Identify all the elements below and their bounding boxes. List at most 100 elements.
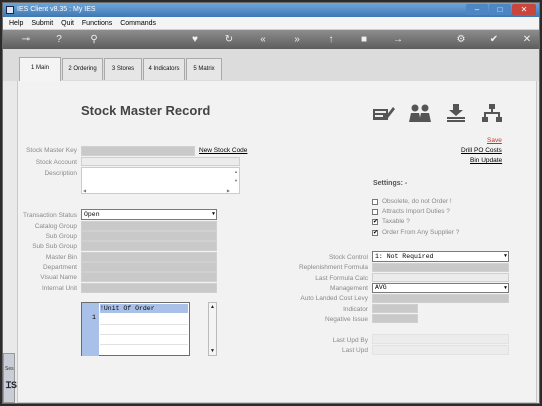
stock-control-label: Stock Control [328, 254, 368, 261]
session-strip: Ses ꞮS [3, 353, 18, 403]
replenishment-formula-label: Replenishment Formula [298, 264, 368, 271]
any-supplier-label: Order From Any Supplier ? [382, 229, 460, 236]
session-label: Ses [5, 366, 14, 372]
hierarchy-icon[interactable] [481, 103, 503, 123]
indicator-field[interactable] [372, 304, 418, 313]
taxable-checkbox[interactable]: ✔ [372, 219, 378, 225]
minimize-button[interactable]: ‒ [466, 4, 488, 15]
obsolete-checkbox[interactable] [372, 199, 378, 205]
tab-main[interactable]: 1 Main [19, 57, 61, 81]
transaction-status-select[interactable]: Open ▼ [81, 209, 217, 220]
stop-icon[interactable]: ■ [357, 33, 371, 46]
description-label: Description [44, 170, 77, 177]
scroll-up-icon[interactable]: ▲ [234, 169, 238, 174]
last-formula-calc-field[interactable] [372, 273, 509, 282]
key-icon[interactable]: ⊸ [15, 33, 37, 46]
chevron-down-icon: ▼ [503, 253, 507, 259]
any-supplier-checkbox[interactable]: ✔ [372, 230, 378, 236]
sub-sub-group-field[interactable] [81, 241, 217, 251]
unit-of-order-grid[interactable]: !Unit Of Order 1 [81, 302, 190, 356]
tab-indicators[interactable]: 4 Indicators [143, 58, 185, 80]
department-field[interactable] [81, 262, 217, 272]
menu-functions[interactable]: Functions [82, 20, 112, 27]
auto-landed-cost-levy-label: Auto Landed Cost Levy [300, 295, 368, 302]
catalog-group-label: Catalog Group [34, 223, 77, 230]
favorite-icon[interactable]: ♥ [188, 33, 202, 46]
fast-forward-icon[interactable]: » [290, 33, 304, 46]
tab-strip: 1 Main 2 Ordering 3 Stores 4 Indicators … [3, 49, 539, 81]
stock-control-value: 1: Not Required [375, 253, 434, 260]
sub-group-label: Sub Group [45, 233, 77, 240]
scroll-down-icon[interactable]: ▼ [234, 178, 238, 183]
visual-name-field[interactable] [81, 272, 217, 282]
up-icon[interactable]: ↑ [324, 33, 338, 46]
last-upd-by-label: Last Upd By [332, 337, 368, 344]
negative-issue-field[interactable] [372, 314, 418, 323]
settings-icon[interactable]: ⚙ [454, 33, 468, 46]
grid-row-divider [100, 324, 188, 325]
stock-master-key-label: Stock Master Key [26, 147, 77, 154]
transaction-status-value: Open [84, 211, 100, 218]
search-icon[interactable]: ⚲ [87, 33, 101, 46]
indicator-label: Indicator [343, 306, 368, 313]
maximize-button[interactable]: □ [489, 4, 511, 15]
refresh-icon[interactable]: ↻ [222, 33, 236, 46]
internal-unit-field[interactable] [81, 283, 217, 293]
import-duties-checkbox[interactable] [372, 209, 378, 215]
obsolete-label: Obsolete, do not Order ! [382, 198, 452, 205]
title-bar: IES Client v8.35 : My IES ‒ □ ✕ [3, 3, 539, 17]
visual-name-label: Visual Name [40, 274, 77, 281]
scroll-left-icon[interactable]: ◀ [83, 188, 86, 193]
drill-po-costs-link[interactable]: Drill PO Costs [461, 147, 502, 154]
bin-update-link[interactable]: Bin Update [470, 157, 502, 164]
cancel-icon[interactable]: ✕ [520, 33, 534, 46]
confirm-icon[interactable]: ✔ [487, 33, 501, 46]
management-label: Management [330, 285, 368, 292]
tab-matrix[interactable]: 5 Matrix [186, 58, 222, 80]
management-select[interactable]: AVG ▼ [372, 283, 509, 293]
help-icon[interactable]: ? [52, 33, 66, 46]
import-duties-label: Attracts Import Duties ? [382, 208, 450, 215]
scroll-down-icon[interactable]: ▼ [210, 348, 215, 354]
close-button[interactable]: ✕ [512, 4, 536, 15]
chevron-down-icon: ▼ [503, 285, 507, 291]
download-icon[interactable] [445, 103, 467, 123]
master-bin-field[interactable] [81, 252, 217, 262]
stock-control-select[interactable]: 1: Not Required ▼ [372, 251, 509, 262]
tab-stores[interactable]: 3 Stores [104, 58, 142, 80]
stock-master-key-field[interactable] [81, 146, 195, 156]
negative-issue-label: Negative Issue [325, 316, 368, 323]
menu-submit[interactable]: Submit [31, 20, 53, 27]
check-mark-icon: ✔ [373, 219, 379, 225]
grid-row-divider [100, 334, 188, 335]
last-upd-field [372, 345, 509, 355]
tab-ordering[interactable]: 2 Ordering [62, 58, 103, 80]
grid-scrollbar[interactable]: ▲ ▼ [208, 302, 217, 356]
catalog-group-field[interactable] [81, 221, 217, 231]
rewind-icon[interactable]: « [256, 33, 270, 46]
grid-row-divider [100, 344, 188, 345]
window-title: IES Client v8.35 : My IES [17, 6, 96, 13]
scroll-up-icon[interactable]: ▲ [210, 304, 215, 310]
replenishment-formula-field[interactable] [372, 263, 509, 272]
menu-help[interactable]: Help [9, 20, 23, 27]
menu-commands[interactable]: Commands [120, 20, 156, 27]
scroll-right-icon[interactable]: ▶ [227, 188, 230, 193]
menu-quit[interactable]: Quit [61, 20, 74, 27]
ies-logo-icon: ꞮS [6, 380, 18, 390]
taxable-label: Taxable ? [382, 218, 410, 225]
sub-group-field[interactable] [81, 231, 217, 241]
forward-icon[interactable]: → [391, 33, 405, 46]
stock-account-field[interactable] [81, 157, 240, 166]
save-link[interactable]: Save [487, 137, 502, 144]
settings-heading: Settings: - [373, 180, 408, 187]
app-icon [6, 6, 14, 14]
users-icon[interactable] [408, 103, 432, 123]
edit-record-icon[interactable] [372, 104, 396, 122]
description-field[interactable]: ▲ ▼ ◀ ▶ [81, 167, 240, 194]
stock-account-label: Stock Account [35, 159, 77, 166]
department-label: Department [43, 264, 77, 271]
auto-landed-cost-levy-field[interactable] [372, 294, 509, 303]
grid-header: !Unit Of Order [100, 304, 188, 313]
new-stock-code-link[interactable]: New Stock Code [199, 147, 247, 154]
